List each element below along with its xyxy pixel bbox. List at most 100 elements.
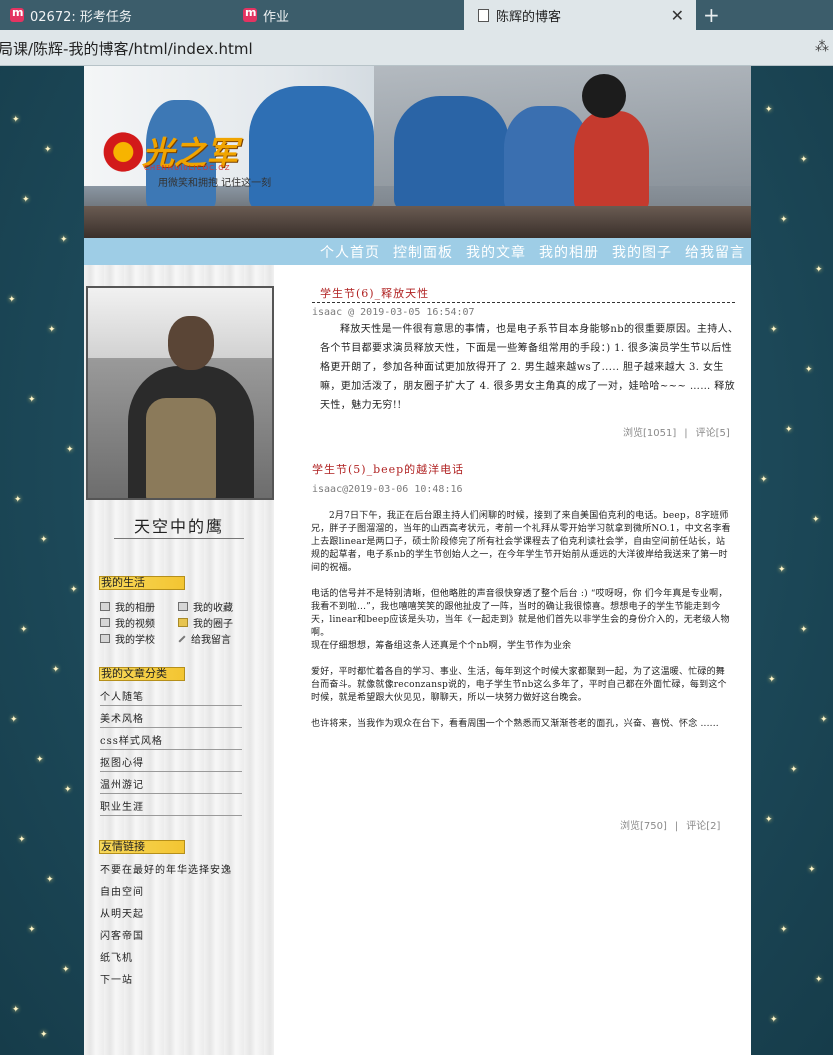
star-icon: ✦ [28,925,36,935]
section-title-links: 友情链接 [99,840,185,854]
tab-course[interactable]: 02672: 形考任务 [10,0,230,30]
category-link[interactable]: 抠图心得 [100,754,242,772]
life-album[interactable]: 我的相册 [100,599,155,614]
star-icon: ✦ [70,585,78,595]
nav-control-panel[interactable]: 控制面板 [393,242,453,262]
album-icon [100,602,110,611]
person-head [582,74,626,118]
star-icon: ✦ [28,395,36,405]
friend-link[interactable]: 不要在最好的年华选择安逸 [100,861,242,878]
category-link[interactable]: 温州游记 [100,776,242,794]
nav-guestbook[interactable]: 给我留言 [685,242,745,262]
separator: | [684,428,688,439]
star-icon: ✦ [40,1030,48,1040]
avatar-backpack [146,398,216,498]
star-icon: ✦ [14,495,22,505]
nickname: 天空中的鹰 [133,517,224,536]
address-text[interactable]: 局课/陈辉-我的博客/html/index.html [0,38,253,59]
star-icon: ✦ [770,1015,778,1025]
star-icon: ✦ [812,515,820,525]
banner-tagline: 用微笑和拥抱 记住这一刻 [158,178,272,189]
star-icon: ✦ [805,365,813,375]
star-icon: ✦ [800,625,808,635]
star-icon: ✦ [62,965,70,975]
close-icon[interactable]: ✕ [671,6,684,25]
category-link[interactable]: 个人随笔 [100,688,242,706]
post-stats: 浏览[1051] | 评论[5] [623,424,730,439]
star-icon: ✦ [48,325,56,335]
star-icon: ✦ [815,265,823,275]
comments-link[interactable]: 评论[2] [686,821,720,832]
star-icon: ✦ [765,815,773,825]
folder-icon [178,618,188,627]
category-link[interactable]: css样式风格 [100,732,242,750]
nav-home[interactable]: 个人首页 [320,242,380,262]
post-title[interactable]: 学生节(5)_beep的越洋电话 [312,461,464,477]
life-label: 我的视频 [115,619,155,630]
star-icon: ✦ [60,235,68,245]
post-paragraph: 电话的信号并不是特别清晰，但他略胜的声音很快穿透了整个后台 :) “哎呀呀，你 … [311,589,730,638]
tab-label: 作业 [263,9,290,25]
new-tab-icon[interactable]: + [703,3,720,27]
friend-link[interactable]: 下一站 [100,971,242,988]
star-icon: ✦ [815,975,823,985]
section-title-life: 我的生活 [99,576,185,590]
life-label: 我的相册 [115,603,155,614]
tab-blog[interactable]: 陈辉的博客 ✕ [464,0,696,30]
tab-homework[interactable]: 作业 [243,0,463,30]
views-count[interactable]: 浏览[750] [620,821,667,832]
star-icon: ✦ [40,535,48,545]
avatar [86,286,274,500]
sidebar: 天空中的鹰 我的生活 我的相册 我的收藏 我的视频 我的圈子 我的学校 给我留言… [84,265,274,1055]
nav-articles[interactable]: 我的文章 [466,242,526,262]
star-icon: ✦ [66,445,74,455]
star-icon: ✦ [22,195,30,205]
logo-mark-icon [98,132,144,172]
star-icon: ✦ [778,565,786,575]
life-label: 给我留言 [191,635,231,646]
life-school[interactable]: 我的学校 [100,631,155,646]
category-link[interactable]: 职业生涯 [100,798,242,816]
friend-link[interactable]: 自由空间 [100,883,242,900]
comments-link[interactable]: 评论[5] [696,428,730,439]
browser-tab-bar: 02672: 形考任务 作业 陈辉的博客 ✕ + [0,0,833,30]
post-paragraph: 爱好，平时都忙着各自的学习、事业、生活，每年到这个时候大家都聚到一起，为了这温暖… [311,667,727,703]
life-circle[interactable]: 我的圈子 [178,615,233,630]
favorites-icon [178,602,188,611]
post-body: 2月7日下午，我正在后台跟主持人们闲聊的时候，接到了来自美国伯克利的电话。bee… [311,510,733,744]
separator: | [674,821,679,832]
address-bar[interactable]: 局课/陈辉-我的博客/html/index.html ⁂ [0,30,833,66]
title-divider [312,302,735,303]
post-meta: isaac @ 2019-03-05 16:54:07 [312,307,475,318]
views-count[interactable]: 浏览[1051] [623,428,676,439]
star-icon: ✦ [760,475,768,485]
category-link[interactable]: 美术风格 [100,710,242,728]
life-favorites[interactable]: 我的收藏 [178,599,233,614]
life-guestbook[interactable]: 给我留言 [178,631,231,646]
post-title[interactable]: 学生节(6)_释放天性 [320,285,429,301]
mooc-icon [243,6,257,22]
logo-subtext: CHENHUI0LICOC.OZ [144,164,231,172]
friend-link[interactable]: 纸飞机 [100,949,242,966]
nav-album[interactable]: 我的相册 [539,242,599,262]
nav-circle[interactable]: 我的图子 [612,242,672,262]
life-video[interactable]: 我的视频 [100,615,155,630]
star-icon: ✦ [785,425,793,435]
star-icon: ✦ [8,295,16,305]
post-meta: isaac@2019-03-06 10:48:16 [312,484,463,495]
reader-icon[interactable]: ⁂ [815,39,829,55]
friend-link[interactable]: 从明天起 [100,905,242,922]
star-icon: ✦ [46,875,54,885]
star-icon: ✦ [790,765,798,775]
blog-page: 光之军 CHENHUI0LICOC.OZ 用微笑和拥抱 记住这一刻 个人首页 控… [84,66,751,1055]
friend-link[interactable]: 闪客帝国 [100,927,242,944]
star-icon: ✦ [12,115,20,125]
section-title-categories: 我的文章分类 [99,667,185,681]
post-paragraph: 也许将来，当我作为观众在台下，看看周围一个个熟悉而又渐渐苍老的面孔，兴奋、喜悦、… [311,719,719,729]
banner-rail [84,206,751,238]
star-icon: ✦ [12,1005,20,1015]
person-figure [394,96,509,211]
school-icon [100,634,110,643]
star-icon: ✦ [808,865,816,875]
avatar-head [168,316,214,370]
